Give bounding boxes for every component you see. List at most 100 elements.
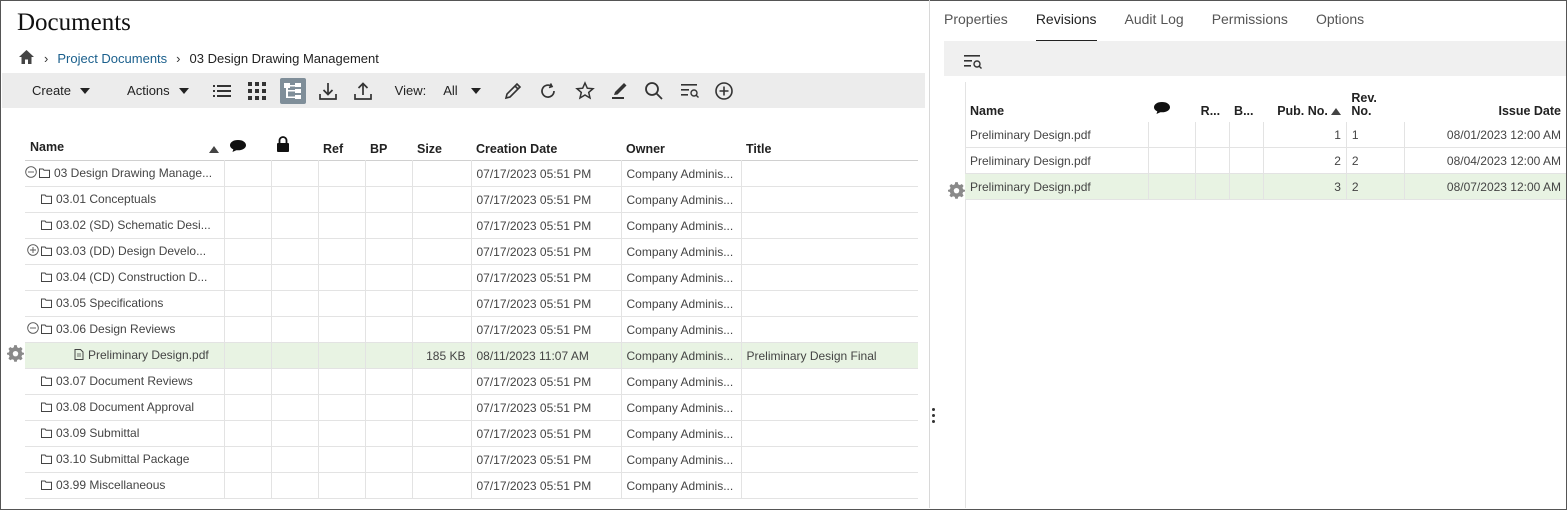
refresh-icon[interactable] [535, 78, 561, 104]
cell-title [741, 264, 918, 291]
table-row[interactable]: 03.07 Document Reviews 07/17/2023 05:51 P… [25, 368, 918, 395]
filter-search-icon[interactable] [677, 78, 703, 104]
table-row[interactable]: 03.06 Design Reviews 07/17/2023 05:51 PM C… [25, 316, 918, 343]
column-header-b[interactable]: B... [1229, 88, 1263, 122]
cell-r [1195, 122, 1230, 148]
tab-properties[interactable]: Properties [944, 0, 1008, 40]
row-name[interactable]: 03.09 Submittal [56, 426, 139, 440]
tab-revisions[interactable]: Revisions [1035, 0, 1097, 43]
table-row[interactable]: 03 Design Drawing Manage... 07/17/2023 05… [25, 160, 918, 187]
actions-label: Actions [127, 83, 170, 98]
star-icon[interactable] [572, 78, 598, 104]
cell-ref [318, 394, 366, 421]
row-name[interactable]: 03.06 Design Reviews [56, 322, 175, 336]
tree-view-icon[interactable] [279, 77, 306, 104]
column-header-rev-no[interactable]: Rev. No. [1346, 88, 1404, 122]
table-row[interactable]: 03.04 (CD) Construction D... 07/17/2023 0… [25, 264, 918, 291]
cell-name[interactable]: Preliminary Design.pdf [965, 173, 1149, 200]
tab-options[interactable]: Options [1316, 0, 1364, 40]
cell-size [412, 472, 472, 499]
actions-dropdown[interactable]: Actions [127, 83, 189, 98]
search-icon[interactable] [641, 78, 667, 104]
tab-audit-log[interactable]: Audit Log [1125, 0, 1184, 40]
cell-name[interactable]: Preliminary Design.pdf [965, 147, 1149, 174]
cell-bp [365, 420, 413, 447]
expand-icon[interactable] [27, 244, 39, 259]
cell-bp [365, 238, 413, 265]
cell-ref [318, 238, 366, 265]
row-name[interactable]: 03.02 (SD) Schematic Desi... [56, 218, 211, 232]
cell-name[interactable]: Preliminary Design.pdf [965, 122, 1149, 148]
cell-comments [224, 160, 272, 187]
cell-lock [271, 212, 319, 239]
table-row[interactable]: 03.08 Document Approval 07/17/2023 05:51 … [25, 394, 918, 421]
column-header-ref[interactable]: Ref [318, 126, 365, 161]
list-view-icon[interactable] [209, 78, 235, 104]
cell-r [1195, 173, 1230, 200]
gear-icon[interactable] [7, 345, 24, 367]
download-icon[interactable] [315, 78, 341, 104]
collapse-icon[interactable] [27, 322, 39, 337]
cell-creation-date: 07/17/2023 05:51 PM [471, 290, 622, 317]
create-dropdown[interactable]: Create [32, 83, 91, 98]
home-icon[interactable] [18, 49, 35, 68]
column-header-comments[interactable] [224, 126, 271, 161]
tab-permissions[interactable]: Permissions [1212, 0, 1288, 40]
column-header-creation-date[interactable]: Creation Date [471, 126, 621, 161]
upload-icon[interactable] [350, 78, 376, 104]
table-row[interactable]: 03.10 Submittal Package 07/17/2023 05:51 … [25, 446, 918, 473]
column-header-r[interactable]: R... [1196, 88, 1229, 122]
filter-search-icon[interactable] [963, 53, 983, 76]
table-row[interactable]: 03.02 (SD) Schematic Desi... 07/17/2023 0… [25, 212, 918, 239]
breadcrumb-item-project-documents[interactable]: Project Documents [57, 51, 167, 66]
row-name[interactable]: 03.04 (CD) Construction D... [56, 270, 207, 284]
column-header-issue-date[interactable]: Issue Date [1404, 88, 1566, 122]
column-header-lock[interactable] [271, 126, 318, 161]
documents-pane: Documents › Project Documents › 03 Desig… [0, 0, 929, 508]
column-header-comments[interactable] [1148, 88, 1196, 122]
column-header-title[interactable]: Title [741, 126, 918, 161]
row-name[interactable]: 03.08 Document Approval [56, 400, 194, 414]
row-name[interactable]: Preliminary Design.pdf [88, 348, 209, 362]
row-name[interactable]: 03.03 (DD) Design Develo... [56, 244, 206, 258]
row-name[interactable]: 03.10 Submittal Package [56, 452, 189, 466]
cell-lock [271, 316, 319, 343]
table-row[interactable]: Preliminary Design.pdf 2 2 08/04/2023 12:00… [965, 147, 1566, 174]
column-header-name[interactable]: Name [965, 88, 1148, 122]
cell-creation-date: 07/17/2023 05:51 PM [471, 238, 622, 265]
collapse-icon[interactable] [25, 166, 37, 181]
row-name[interactable]: 03.01 Conceptuals [56, 192, 156, 206]
table-row[interactable]: 03.05 Specifications 07/17/2023 05:51 PM C… [25, 290, 918, 317]
table-row[interactable]: 03.01 Conceptuals 07/17/2023 05:51 PM Comp… [25, 186, 918, 213]
column-header-owner[interactable]: Owner [621, 126, 741, 161]
cell-owner: Company Adminis... [621, 446, 742, 473]
table-row[interactable]: 03.03 (DD) Design Develo... 07/17/2023 05… [25, 238, 918, 265]
table-row[interactable]: Preliminary Design.pdf 185 KB 08/11/2023 1… [25, 342, 918, 369]
cell-rev-no: 2 [1346, 147, 1405, 174]
folder-icon [41, 297, 52, 311]
row-name[interactable]: 03.07 Document Reviews [56, 374, 193, 388]
table-row[interactable]: 03.99 Miscellaneous 07/17/2023 05:51 PM Co… [25, 472, 918, 499]
view-dropdown[interactable]: All [443, 83, 481, 98]
cell-size [412, 446, 472, 473]
row-name[interactable]: 03 Design Drawing Manage... [54, 166, 212, 180]
table-row[interactable]: Preliminary Design.pdf 1 1 08/01/2023 12:00… [965, 122, 1566, 148]
add-circle-icon[interactable] [711, 78, 737, 104]
markup-pen-icon[interactable] [607, 78, 633, 104]
pencil-icon[interactable] [500, 78, 526, 104]
column-header-size[interactable]: Size [412, 126, 471, 161]
table-row[interactable]: 03.09 Submittal 07/17/2023 05:51 PM Compan… [25, 420, 918, 447]
cell-comments [224, 290, 272, 317]
cell-ref [318, 290, 366, 317]
column-header-bp[interactable]: BP [365, 126, 412, 161]
cell-size [412, 160, 472, 187]
cell-comments [1148, 173, 1197, 200]
gear-icon[interactable] [948, 182, 965, 204]
column-header-name[interactable]: Name [25, 126, 224, 161]
table-row[interactable]: Preliminary Design.pdf 3 2 08/07/2023 12:00… [965, 173, 1566, 200]
cell-owner: Company Adminis... [621, 472, 742, 499]
column-header-pub-no[interactable]: Pub. No. [1263, 88, 1346, 122]
row-name[interactable]: 03.99 Miscellaneous [56, 478, 165, 492]
row-name[interactable]: 03.05 Specifications [56, 296, 163, 310]
grid-view-icon[interactable] [244, 78, 270, 104]
